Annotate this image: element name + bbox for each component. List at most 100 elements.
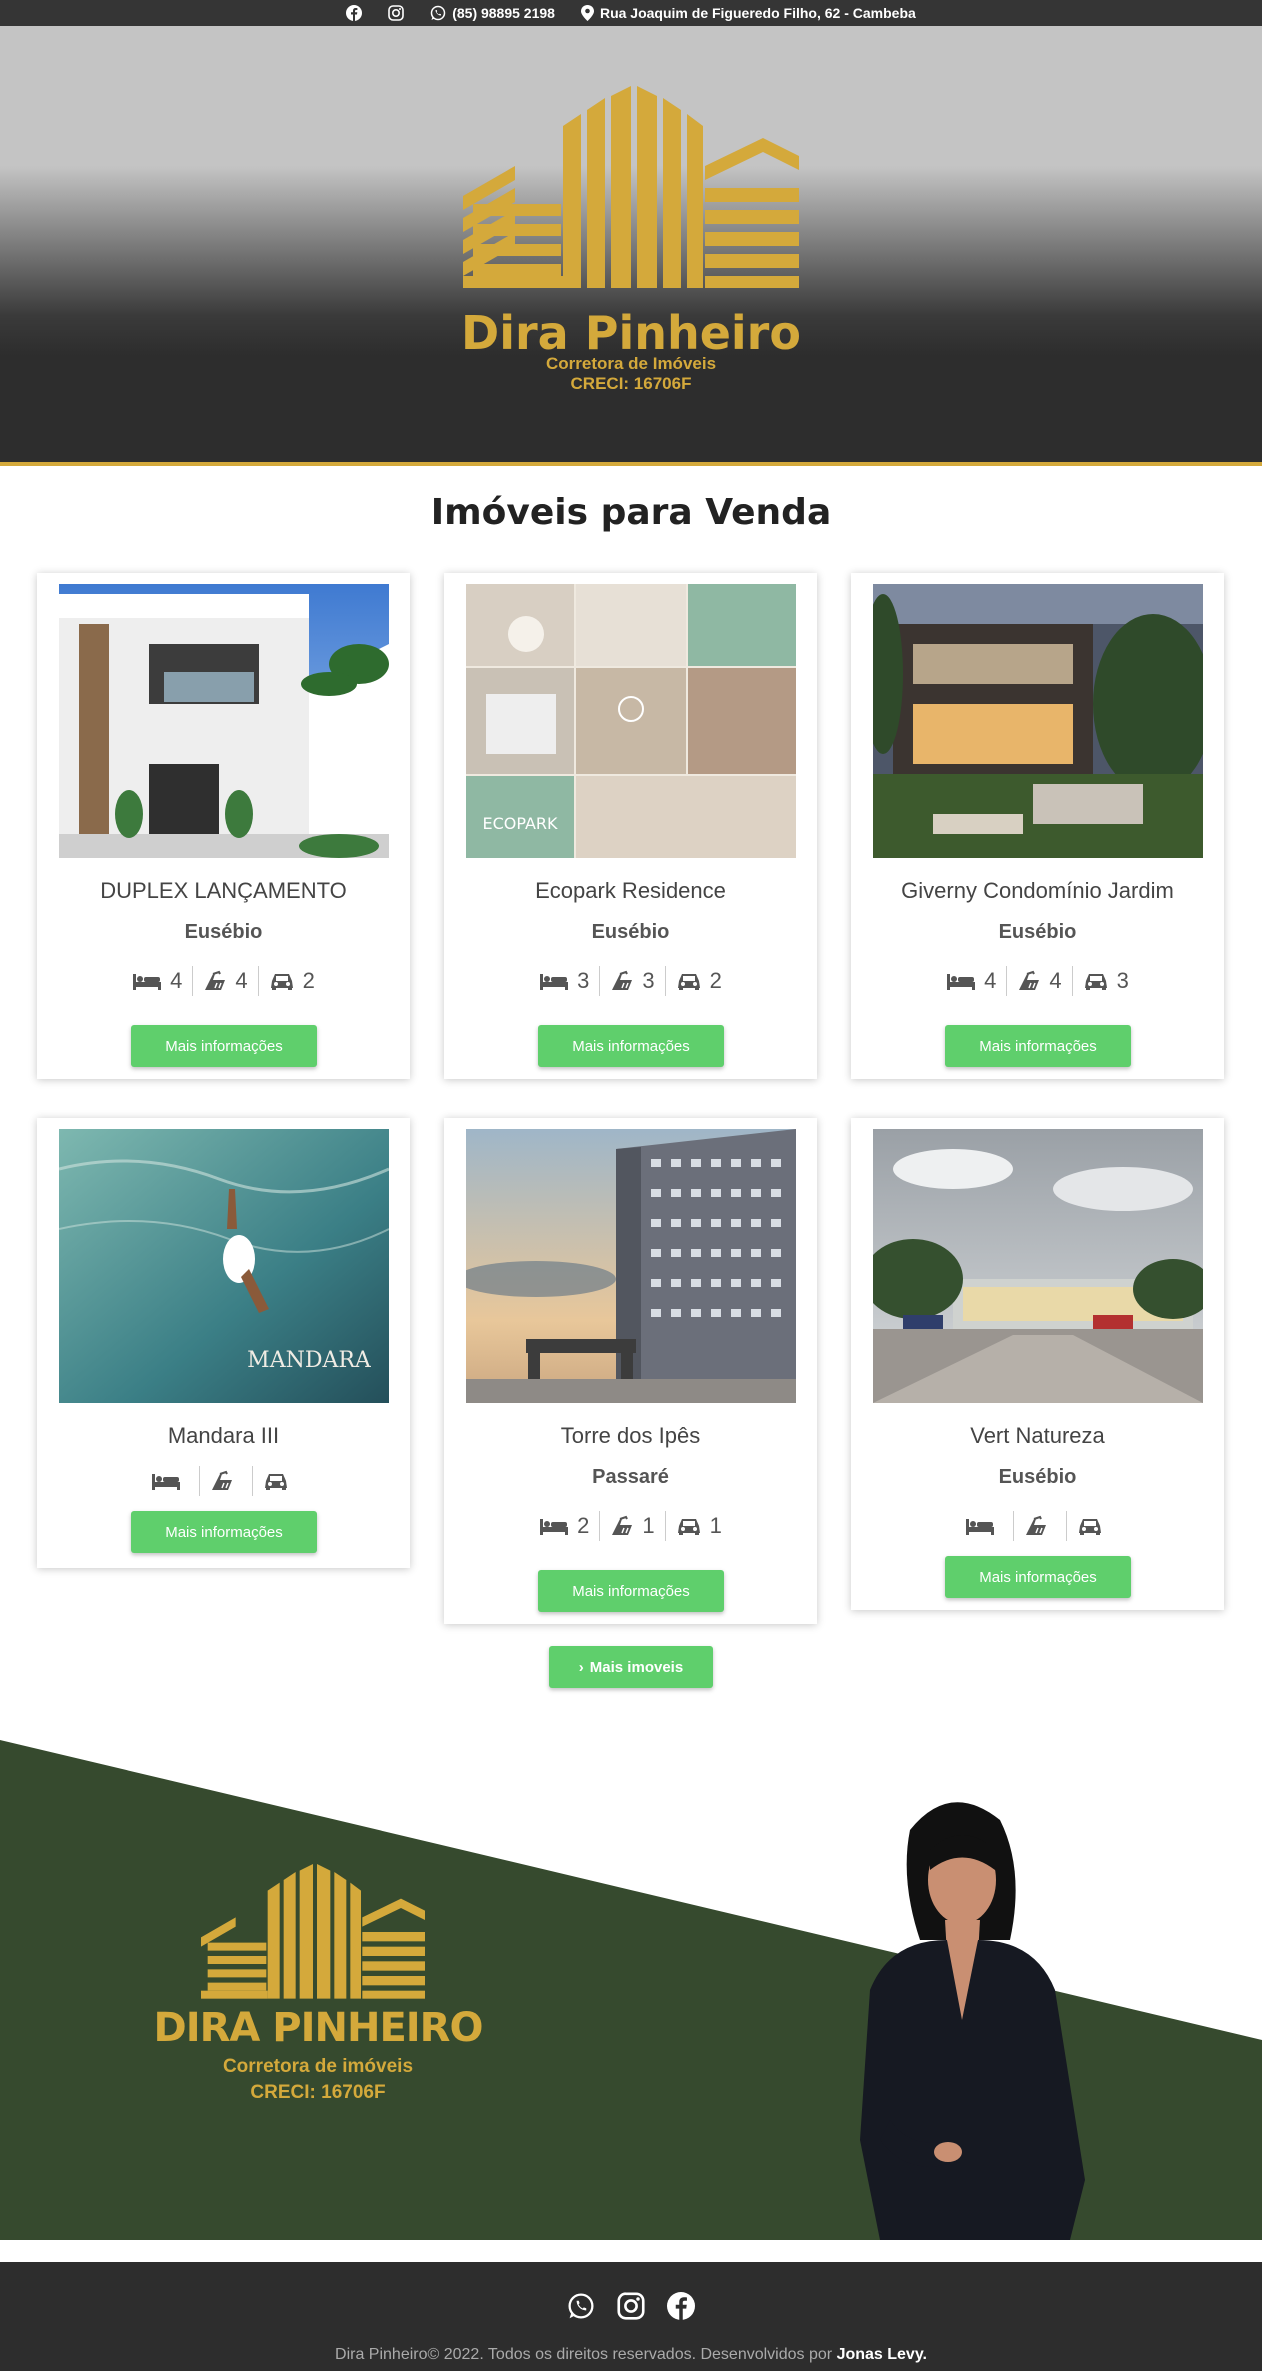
address-text: Rua Joaquim de Figueredo Filho, 62 - Cam…	[599, 5, 916, 21]
car-icon	[676, 1516, 702, 1536]
listing-location: Eusébio	[998, 1466, 1077, 1488]
svg-text:ECOPARK: ECOPARK	[482, 814, 558, 833]
listing-features: 2 1 1	[444, 1511, 817, 1541]
listing-photo[interactable]	[466, 1129, 796, 1403]
brand-name: Dira Pinheiro	[461, 306, 801, 360]
more-info-button[interactable]: Mais informações	[945, 1025, 1131, 1067]
chevron-right-icon: ›	[578, 1658, 584, 1676]
more-info-button[interactable]: Mais informações	[131, 1511, 317, 1553]
instagram-icon[interactable]	[617, 2292, 645, 2320]
parking	[253, 1466, 307, 1496]
parking: 2	[666, 966, 732, 996]
bedrooms: 2	[529, 1511, 601, 1541]
whatsapp-icon	[430, 5, 446, 21]
listing-title: DUPLEX LANÇAMENTO	[100, 878, 347, 903]
listing-card: Giverny Condomínio Jardim Eusébio 4 4 3 …	[851, 573, 1224, 1079]
listing-photo[interactable]: ECOPARK	[466, 584, 796, 858]
facebook-icon[interactable]	[667, 2292, 695, 2320]
listing-features: 4 4 3	[851, 966, 1224, 996]
bedrooms	[141, 1466, 200, 1496]
listing-features	[37, 1466, 410, 1496]
listing-photo[interactable]: MANDARA	[59, 1129, 389, 1403]
listing-features	[851, 1511, 1224, 1541]
about-subtitle: Corretora de imóveis	[222, 2056, 414, 2077]
listing-location: Eusébio	[998, 921, 1077, 943]
bathrooms	[200, 1466, 253, 1496]
copyright-text: Dira Pinheiro© 2022. Todos os direitos r…	[335, 2346, 833, 2363]
parking: 2	[259, 966, 325, 996]
shower-icon	[610, 970, 634, 992]
facebook-link[interactable]	[346, 5, 363, 21]
phone-number: (85) 98895 2198	[452, 5, 555, 21]
address-link[interactable]: Rua Joaquim de Figueredo Filho, 62 - Cam…	[580, 5, 916, 21]
footer-copyright: Dira Pinheiro© 2022. Todos os direitos r…	[0, 2346, 1262, 2364]
shower-icon	[1017, 970, 1041, 992]
bed-icon	[539, 1516, 569, 1536]
more-properties-button[interactable]: › Mais imoveis	[549, 1646, 713, 1688]
brand-creci: CRECI: 16706F	[570, 374, 692, 393]
shower-icon	[610, 1515, 634, 1537]
footer: Dira Pinheiro© 2022. Todos os direitos r…	[0, 2240, 1262, 2371]
instagram-link[interactable]	[388, 5, 405, 21]
map-pin-icon	[580, 5, 594, 21]
about-creci: CRECI: 16706F	[250, 2082, 386, 2103]
footer-social-links	[0, 2292, 1262, 2320]
listing-title: Torre dos Ipês	[560, 1423, 701, 1448]
more-info-button[interactable]: Mais informações	[131, 1025, 317, 1067]
shower-icon	[203, 970, 227, 992]
more-info-button[interactable]: Mais informações	[538, 1025, 724, 1067]
about-brand-name: DIRA PINHEIRO	[153, 2005, 484, 2051]
listing-features: 3 3 2	[444, 966, 817, 996]
listing-card: Vert Natureza Eusébio Mais informações	[851, 1118, 1224, 1610]
more-properties-label: Mais imoveis	[589, 1658, 684, 1676]
car-icon	[269, 971, 295, 991]
svg-text:MANDARA: MANDARA	[247, 1348, 372, 1373]
listing-card: Torre dos Ipês Passaré 2 1 1 Mais inform…	[444, 1118, 817, 1624]
listing-card: ECOPARK Ecopark Residence Eusébio 3 3 2 …	[444, 573, 817, 1079]
phone-link[interactable]: (85) 98895 2198	[430, 5, 555, 21]
listing-title: Vert Natureza	[970, 1423, 1105, 1448]
facebook-icon	[346, 5, 363, 21]
about-section: DIRA PINHEIRO Corretora de imóveis CRECI…	[0, 1740, 1262, 2240]
listing-location: Eusébio	[591, 921, 670, 943]
hero-header: Dira Pinheiro Corretora de Imóveis CRECI…	[0, 26, 1262, 466]
listing-photo[interactable]	[59, 584, 389, 858]
bed-icon	[965, 1516, 995, 1536]
car-icon	[1083, 971, 1109, 991]
bedrooms: 4	[122, 966, 194, 996]
more-info-button[interactable]: Mais informações	[538, 1570, 724, 1612]
parking: 3	[1073, 966, 1139, 996]
brand-subtitle: Corretora de Imóveis	[545, 354, 717, 373]
developer-link[interactable]: Jonas Levy.	[837, 2346, 927, 2363]
bathrooms: 3	[600, 966, 666, 996]
listing-location: Passaré	[592, 1466, 669, 1488]
more-info-button[interactable]: Mais informações	[945, 1556, 1131, 1598]
listing-photo[interactable]	[873, 1129, 1203, 1403]
instagram-icon	[388, 5, 405, 21]
listing-features: 4 4 2	[37, 966, 410, 996]
section-title: Imóveis para Venda	[430, 492, 832, 533]
bed-icon	[539, 971, 569, 991]
listing-photo[interactable]	[873, 584, 1203, 858]
bathrooms: 1	[600, 1511, 666, 1541]
whatsapp-icon[interactable]	[567, 2292, 595, 2320]
shower-icon	[210, 1470, 234, 1492]
bathrooms	[1014, 1511, 1067, 1541]
bedrooms	[955, 1511, 1014, 1541]
listing-card: DUPLEX LANÇAMENTO Eusébio 4 4 2 Mais inf…	[37, 573, 410, 1079]
car-icon	[676, 971, 702, 991]
parking	[1067, 1511, 1121, 1541]
bathrooms: 4	[193, 966, 259, 996]
building-logo	[463, 86, 799, 288]
listing-title: Giverny Condomínio Jardim	[901, 878, 1174, 903]
listing-location: Eusébio	[184, 921, 263, 943]
agent-photo	[860, 1802, 1085, 2240]
bed-icon	[151, 1471, 181, 1491]
listing-title: Ecopark Residence	[535, 878, 726, 903]
bathrooms: 4	[1007, 966, 1073, 996]
car-icon	[1077, 1516, 1103, 1536]
bedrooms: 4	[936, 966, 1008, 996]
bed-icon	[946, 971, 976, 991]
top-bar: (85) 98895 2198 Rua Joaquim de Figueredo…	[0, 0, 1262, 26]
parking: 1	[666, 1511, 732, 1541]
